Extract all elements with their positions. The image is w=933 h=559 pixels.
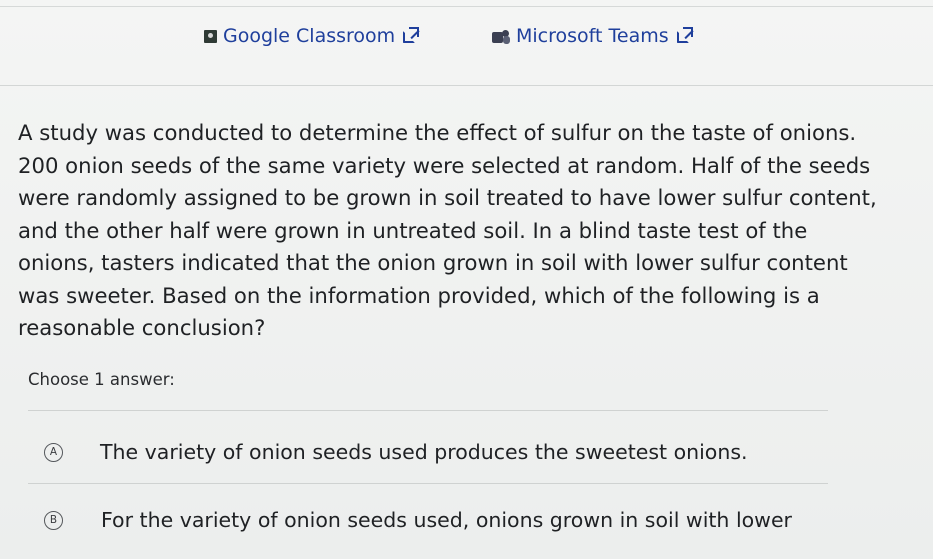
answer-option-a[interactable]: A The variety of onion seeds used produc… [44, 436, 844, 468]
exercise-page: Google Classroom Microsoft Teams A study… [0, 0, 933, 559]
google-classroom-share-link[interactable]: Google Classroom [204, 22, 420, 50]
option-a-bubble[interactable]: A [44, 442, 63, 462]
option-b-bubble[interactable]: B [44, 510, 63, 530]
top-divider [0, 6, 933, 7]
microsoft-teams-share-link[interactable]: Microsoft Teams [492, 22, 693, 50]
answer-option-b[interactable]: B For the variety of onion seeds used, o… [44, 504, 844, 536]
microsoft-teams-label: Microsoft Teams [516, 25, 669, 47]
microsoft-teams-icon [492, 29, 510, 44]
share-bar: Google Classroom Microsoft Teams [0, 0, 933, 86]
google-classroom-icon [204, 29, 217, 43]
external-link-icon [403, 27, 420, 43]
option-b-text: For the variety of onion seeds used, oni… [101, 508, 792, 532]
google-classroom-label: Google Classroom [223, 25, 396, 47]
share-bar-divider [0, 85, 933, 86]
option-a-text: The variety of onion seeds used produces… [100, 440, 748, 464]
answer-divider [28, 483, 828, 484]
answer-divider [28, 410, 828, 411]
question-text: A study was conducted to determine the e… [18, 120, 877, 340]
choose-answer-label: Choose 1 answer: [28, 370, 175, 389]
external-link-icon [676, 27, 693, 43]
